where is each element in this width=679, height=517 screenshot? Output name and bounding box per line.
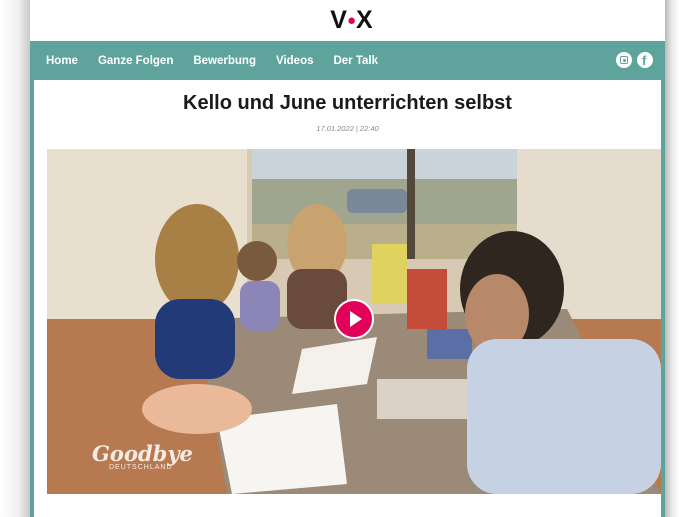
- video-player[interactable]: Goodbye DEUTSCHLAND: [47, 149, 661, 494]
- vox-logo[interactable]: V●X: [321, 7, 381, 33]
- social-icons: f: [611, 52, 653, 68]
- show-watermark-sub: DEUTSCHLAND: [109, 464, 173, 471]
- instagram-icon[interactable]: [616, 52, 632, 68]
- facebook-icon[interactable]: f: [637, 52, 653, 68]
- top-bar: V●X: [30, 0, 665, 41]
- nav-item-videos[interactable]: Videos: [276, 55, 314, 67]
- show-watermark: Goodbye: [92, 441, 193, 466]
- nav-links: Home Ganze Folgen Bewerbung Videos Der T…: [46, 41, 398, 80]
- nav-item-home[interactable]: Home: [46, 55, 78, 67]
- nav-item-bewerbung[interactable]: Bewerbung: [193, 55, 256, 67]
- nav-item-ganze-folgen[interactable]: Ganze Folgen: [98, 55, 173, 67]
- right-shadow: [665, 0, 679, 517]
- article-date: 17.01.2022 | 22:40: [316, 124, 379, 133]
- main-nav: Home Ganze Folgen Bewerbung Videos Der T…: [30, 41, 665, 80]
- page: V●X Home Ganze Folgen Bewerbung Videos D…: [30, 0, 665, 517]
- play-button[interactable]: [334, 299, 374, 339]
- play-icon: [350, 311, 362, 327]
- left-shadow: [0, 0, 30, 517]
- article-content: Kello und June unterrichten selbst 17.01…: [30, 80, 665, 517]
- nav-item-der-talk[interactable]: Der Talk: [333, 55, 378, 67]
- article-title: Kello und June unterrichten selbst: [183, 92, 512, 114]
